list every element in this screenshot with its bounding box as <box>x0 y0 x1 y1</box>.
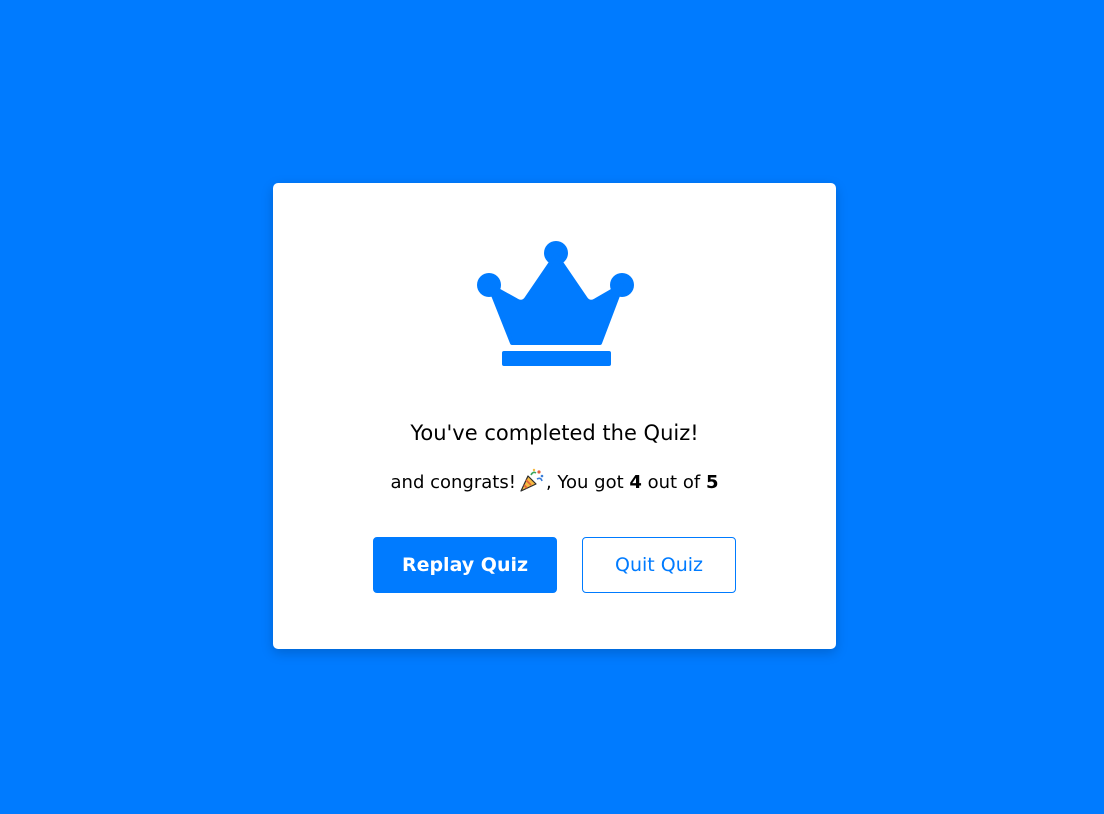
result-box: You've completed the Quiz! and congrats!… <box>273 183 836 649</box>
button-group: Replay Quiz Quit Quiz <box>273 537 836 593</box>
quit-quiz-button[interactable]: Quit Quiz <box>582 537 736 593</box>
score-text: and congrats! , You got 4 out of 5 <box>273 467 836 498</box>
replay-quiz-button[interactable]: Replay Quiz <box>373 537 557 593</box>
crown-icon <box>476 241 636 369</box>
score-middle: , You got <box>545 472 624 493</box>
score-prefix: and congrats! <box>390 472 516 493</box>
score-out-of-text: out of <box>647 472 701 493</box>
complete-text: You've completed the Quiz! <box>410 421 699 445</box>
score-correct: 4 <box>629 472 642 493</box>
score-total: 5 <box>705 472 719 493</box>
party-popper-icon <box>519 467 545 493</box>
